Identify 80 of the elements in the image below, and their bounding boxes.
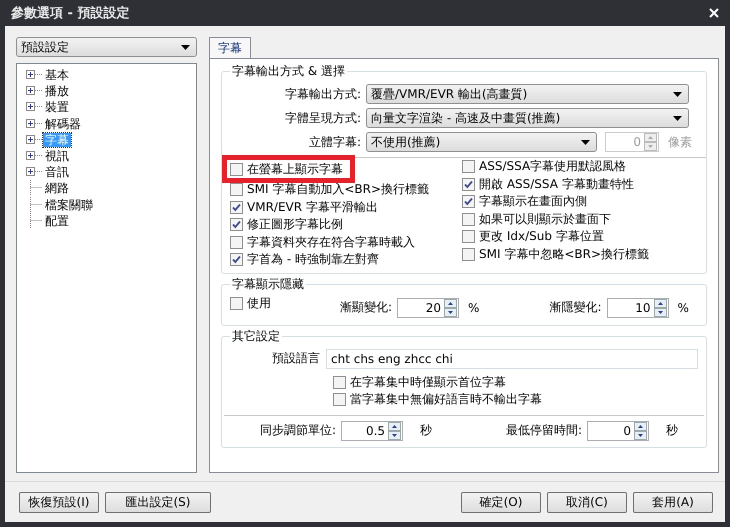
dialog-button[interactable]: 取消(C) [547, 492, 627, 512]
group-title: 字幕顯示隱藏 [231, 276, 305, 292]
checkbox-option[interactable]: 在螢幕上顯示字幕 [226, 159, 351, 179]
tab[interactable]: 字幕 [209, 37, 251, 58]
checkbox-icon[interactable] [230, 183, 243, 196]
checkbox-option[interactable]: SMI 字幕中忽略<BR>換行標籤 [462, 246, 650, 263]
field-label: 預設語言 [272, 350, 320, 367]
checkbox-icon[interactable] [230, 253, 243, 266]
checkbox-icon[interactable] [462, 178, 475, 191]
spin-field[interactable]: 0 [587, 420, 649, 440]
close-icon[interactable] [709, 8, 719, 18]
dropdown[interactable]: 覆疊/VMR/EVR 輸出(高畫質) [366, 84, 689, 104]
field-label: 漸顯變化: [340, 299, 392, 316]
checkbox-icon[interactable] [462, 212, 475, 226]
checkbox-icon[interactable] [333, 393, 346, 406]
field-label: 同步調節單位: [260, 422, 336, 439]
spin-arrows-icon[interactable] [634, 422, 647, 440]
field-label: 立體字幕: [308, 134, 361, 150]
checkbox-option[interactable]: 在字幕集中時僅顯示首位字幕 [333, 374, 506, 391]
spin-field[interactable]: 0.5 [341, 420, 404, 440]
checkbox-icon[interactable] [230, 162, 243, 176]
group-title: 其它設定 [231, 328, 281, 344]
checkbox-option[interactable]: 字幕資料夾存在符合字幕時載入 [230, 234, 415, 251]
checkbox-option[interactable]: 字幕顯示在畫面內側 [462, 193, 587, 210]
checkbox-option[interactable]: 字首為 - 時強制靠左對齊 [230, 251, 379, 268]
dialog-button[interactable]: 確定(O) [461, 492, 541, 512]
language-field[interactable]: cht chs eng zhcc chi [326, 348, 698, 368]
dialog-button[interactable]: 套用(A) [633, 492, 713, 512]
tree-item[interactable]: 播放 [43, 84, 71, 98]
profile-dropdown[interactable]: 預設設定 [16, 37, 197, 57]
tree-item[interactable]: 配置 [43, 214, 71, 228]
dropdown[interactable]: 不使用(推薦) [366, 132, 597, 152]
field-label: 最低停留時間: [506, 422, 582, 439]
checkbox-option[interactable]: 當字幕集中無偏好語言時不輸出字幕 [333, 391, 542, 408]
field-label: 漸隱變化: [549, 299, 602, 316]
field-label: 字體呈現方式: [284, 110, 361, 126]
checkbox-icon[interactable] [230, 218, 243, 232]
checkbox-option[interactable]: 更改 Idx/Sub 字幕位置 [462, 228, 604, 246]
checkbox-icon[interactable] [230, 200, 243, 214]
checkbox-icon[interactable] [462, 248, 475, 261]
checkbox-option[interactable]: 開啟 ASS/SSA 字幕動畫特性 [462, 176, 634, 193]
unit-label: 秒 [666, 422, 678, 439]
spin-arrows-icon[interactable] [654, 298, 666, 316]
field-label: 字幕輸出方式: [284, 86, 361, 102]
unit-label: 秒 [420, 422, 432, 439]
caret-icon [181, 44, 190, 50]
caret-icon [673, 116, 682, 120]
tree-item[interactable]: 解碼器 [43, 116, 83, 131]
window-title: 參數選項 - 預設設定 [11, 4, 130, 22]
checkbox-option[interactable]: 修正圖形字幕比例 [230, 216, 343, 234]
tree-item[interactable]: 基本 [43, 68, 71, 82]
checkbox-icon[interactable] [462, 160, 475, 174]
tree-item[interactable]: 檔案關聯 [43, 198, 95, 212]
checkbox-icon[interactable] [462, 230, 475, 244]
checkbox-option[interactable]: SMI 字幕自動加入<BR>換行標籤 [230, 181, 430, 198]
checkbox-icon[interactable] [230, 236, 243, 249]
tree-item[interactable]: 視訊 [43, 149, 71, 164]
spin-field[interactable]: 10 [606, 298, 668, 318]
checkbox-icon[interactable] [462, 195, 475, 208]
unit-label: 像素 [668, 134, 692, 150]
spin-arrows-icon[interactable] [388, 422, 402, 440]
checkbox-option[interactable]: VMR/EVR 字幕平滑輸出 [230, 198, 378, 216]
caret-icon [673, 92, 682, 96]
checkbox-option[interactable]: ASS/SSA字幕使用默認風格 [462, 158, 626, 176]
checkbox-option[interactable]: 使用 [230, 294, 340, 312]
dialog-button[interactable]: 恢復預設(I) [19, 492, 99, 512]
checkbox-option[interactable]: 如果可以則顯示於畫面下 [462, 210, 611, 228]
spin-field[interactable]: 20 [397, 298, 460, 318]
checkbox-icon[interactable] [333, 376, 346, 389]
group-title: 字幕輸出方式 & 選擇 [231, 63, 346, 80]
tree-item[interactable]: 音訊 [43, 165, 71, 180]
dropdown[interactable]: 向量文字渲染 - 高速及中畫質(推薦) [366, 108, 689, 128]
dialog-button[interactable]: 匯出設定(S) [105, 492, 211, 512]
checkbox-icon[interactable] [230, 296, 243, 310]
unit-label: % [678, 300, 689, 314]
tree-item[interactable]: 裝置 [43, 100, 71, 114]
tree-item[interactable]: 網路 [43, 181, 71, 196]
caret-icon [581, 140, 590, 144]
unit-label: % [468, 300, 480, 314]
spin-arrows-icon[interactable] [444, 298, 458, 316]
